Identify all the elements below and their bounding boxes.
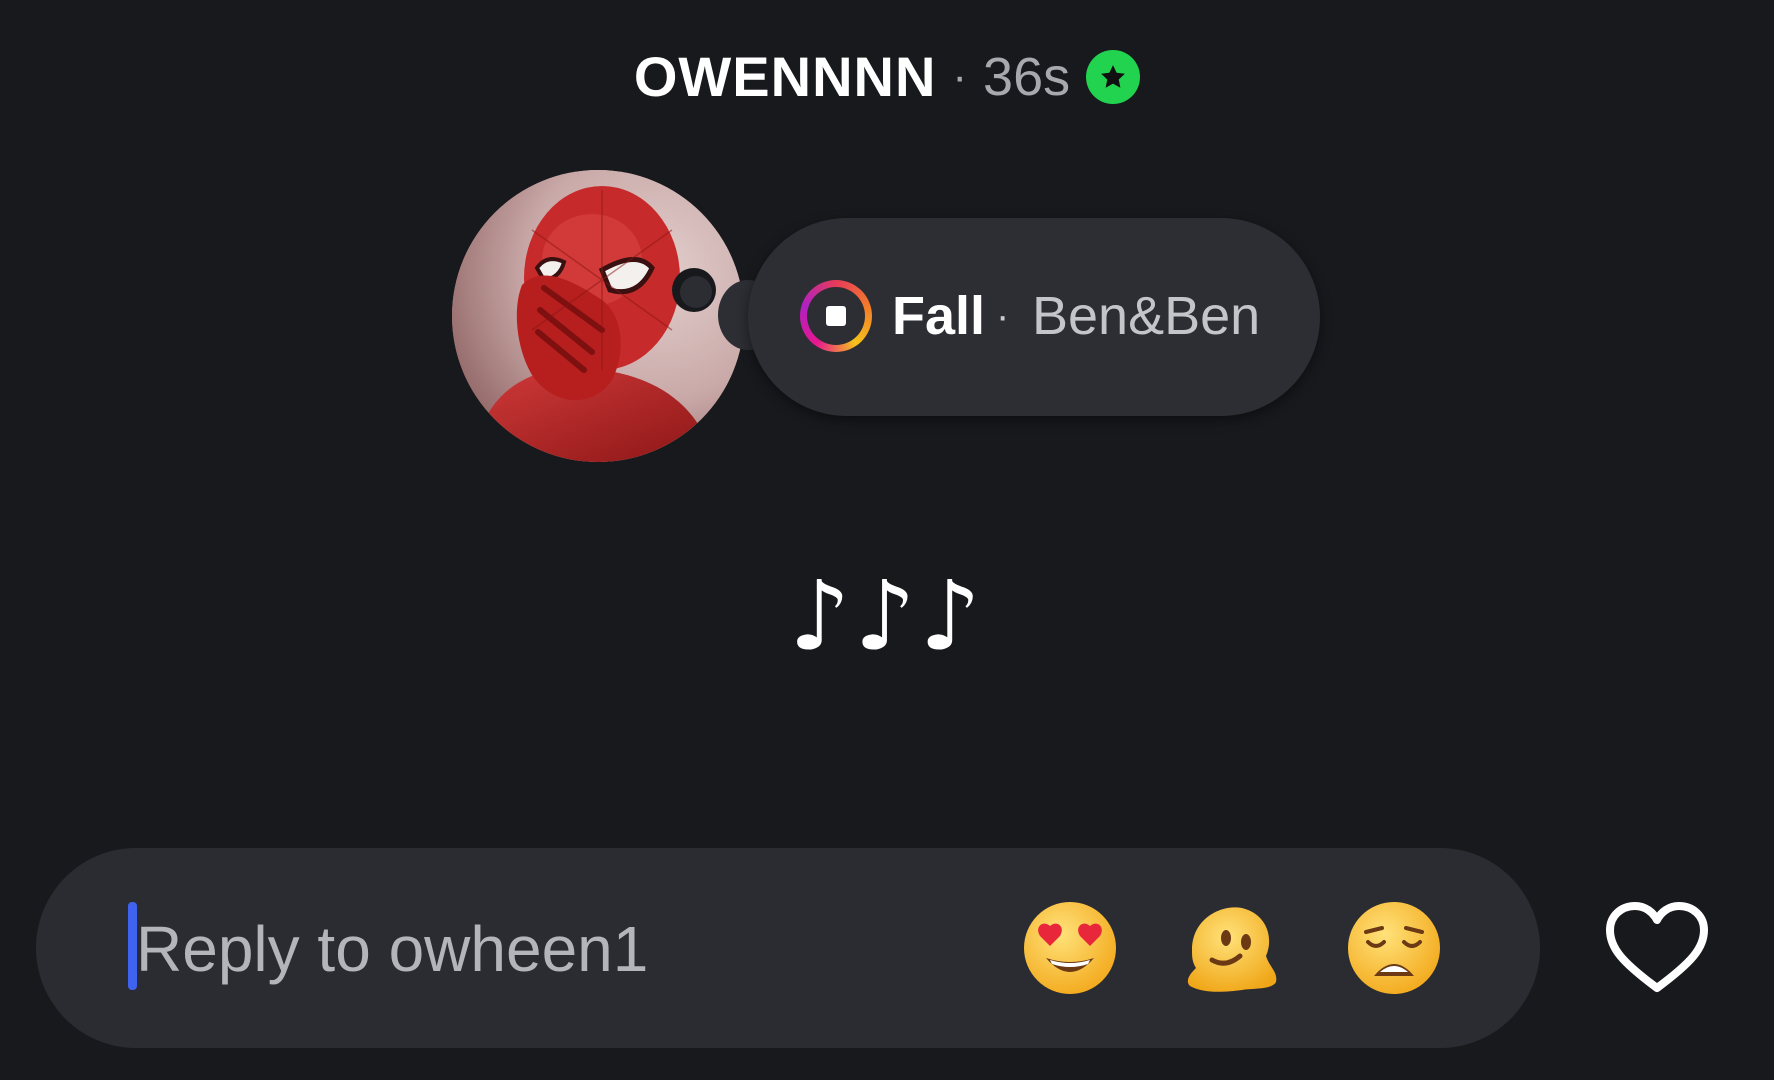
- timestamp: 36s: [983, 46, 1071, 107]
- melting-face-emoji-icon: [1187, 907, 1277, 992]
- stop-icon: [826, 306, 846, 326]
- music-note-bubble[interactable]: Fall · Ben&Ben: [748, 218, 1320, 416]
- story-reply-screen: OWENNNN · 36s Fall · Ben&Ben ♪♪♪ Reply t…: [0, 0, 1774, 1080]
- heart-eyes-emoji-icon: [1024, 902, 1116, 994]
- reply-input[interactable]: [134, 888, 938, 1010]
- star-icon: [1101, 64, 1125, 88]
- song-artist: Ben&Ben: [1032, 286, 1261, 346]
- stop-button-inner: [807, 287, 865, 345]
- stop-playback-button[interactable]: [800, 280, 872, 352]
- weary-face-emoji[interactable]: [1344, 898, 1444, 998]
- profile-photo: [452, 170, 744, 462]
- like-button[interactable]: [1602, 898, 1712, 998]
- song-separator: ·: [996, 294, 1010, 338]
- melting-face-emoji[interactable]: [1182, 898, 1282, 998]
- avatar-note-dot-inner: [680, 276, 712, 308]
- header-separator: ·: [952, 51, 968, 101]
- story-text: ♪♪♪: [789, 560, 985, 672]
- heart-eyes-emoji[interactable]: [1020, 898, 1120, 998]
- weary-face-emoji-icon: [1348, 902, 1440, 994]
- reply-bar: [36, 848, 1540, 1048]
- profile-avatar[interactable]: [452, 170, 744, 462]
- username[interactable]: OWENNNN: [634, 44, 937, 109]
- heart-outline-icon: [1606, 902, 1708, 992]
- story-header: OWENNNN · 36s: [0, 44, 1774, 109]
- close-friends-badge: [1086, 49, 1141, 104]
- song-title: Fall: [892, 286, 986, 346]
